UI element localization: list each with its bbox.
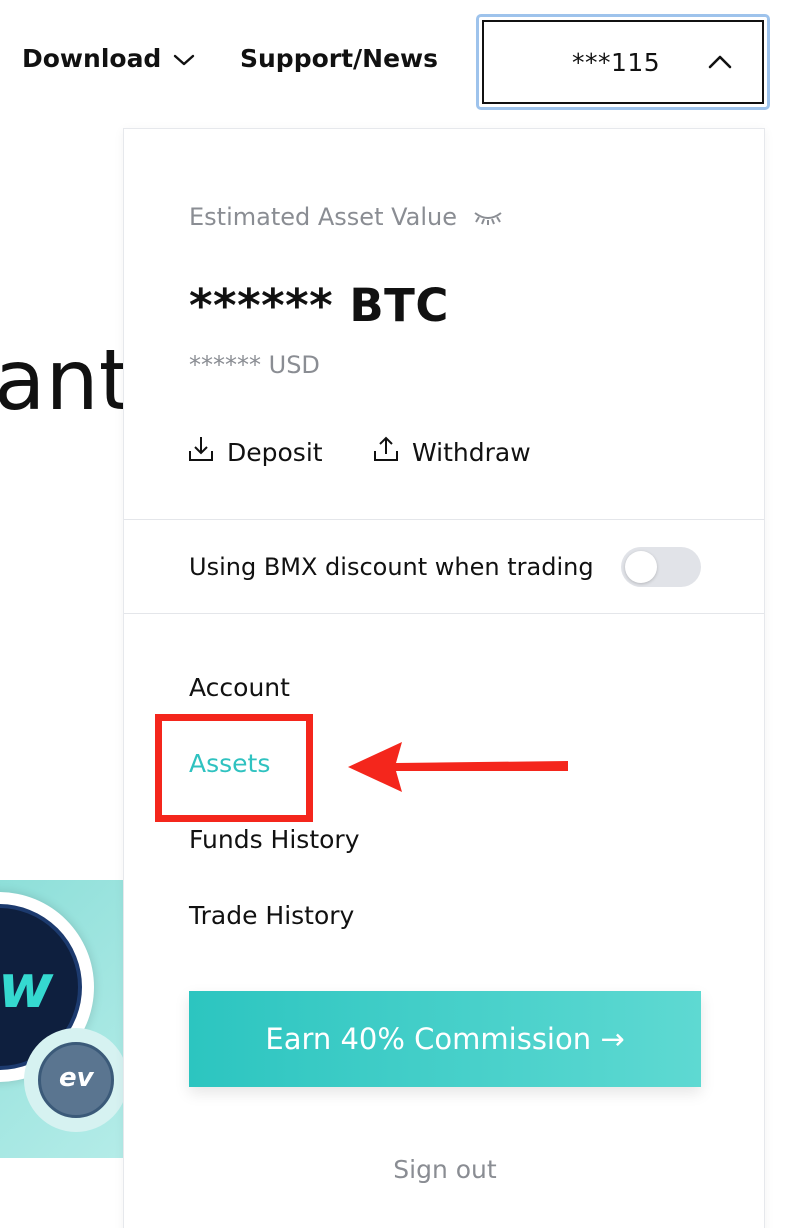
menu-item-trade-history[interactable]: Trade History [189, 901, 354, 930]
token-logo-small: ev [24, 1028, 124, 1132]
usd-balance: ****** USD [189, 351, 320, 379]
menu-item-funds-history[interactable]: Funds History [189, 825, 359, 854]
account-id-label: ***115 [572, 48, 661, 77]
chevron-down-icon [173, 44, 195, 73]
deposit-label: Deposit [227, 437, 323, 467]
token-logo-small-mark: ev [59, 1063, 94, 1093]
token-logo-large-mark: w [0, 952, 54, 1022]
annotation-arrow-icon [340, 738, 572, 800]
chevron-up-icon [708, 54, 732, 74]
upload-tray-icon [372, 435, 412, 469]
withdraw-label: Withdraw [412, 437, 531, 467]
btc-balance: ****** BTC [189, 279, 449, 332]
deposit-button[interactable]: Deposit [187, 435, 323, 469]
bmx-discount-toggle[interactable] [621, 547, 701, 587]
account-dropdown-panel: Estimated Asset Value ****** BTC ****** … [123, 128, 765, 1228]
account-menu-button-frame: ***115 [482, 20, 764, 104]
download-tray-icon [187, 435, 227, 469]
withdraw-button[interactable]: Withdraw [372, 435, 531, 469]
nav-download-label: Download [22, 44, 162, 73]
earn-commission-button[interactable]: Earn 40% Commission → [189, 991, 701, 1087]
nav-download[interactable]: Download [22, 44, 195, 73]
nav-support-news[interactable]: Support/News [240, 44, 438, 73]
divider [124, 519, 764, 520]
menu-item-account[interactable]: Account [189, 673, 290, 702]
bmx-discount-label: Using BMX discount when trading [189, 553, 594, 581]
divider [124, 613, 764, 614]
account-menu-button[interactable]: ***115 [476, 14, 770, 110]
sign-out-link[interactable]: Sign out [124, 1155, 766, 1184]
token-logo-small-disc: ev [38, 1042, 114, 1118]
estimated-asset-value-label: Estimated Asset Value [189, 203, 458, 231]
hero-heading-fragment: ant [0, 331, 132, 429]
toggle-knob [625, 551, 657, 583]
annotation-highlight-box [155, 714, 313, 822]
hero-image: w ev [0, 880, 124, 1158]
eye-hidden-icon[interactable] [473, 203, 503, 231]
estimated-asset-value: Estimated Asset Value [189, 203, 503, 231]
earn-commission-label: Earn 40% Commission → [265, 1022, 625, 1056]
